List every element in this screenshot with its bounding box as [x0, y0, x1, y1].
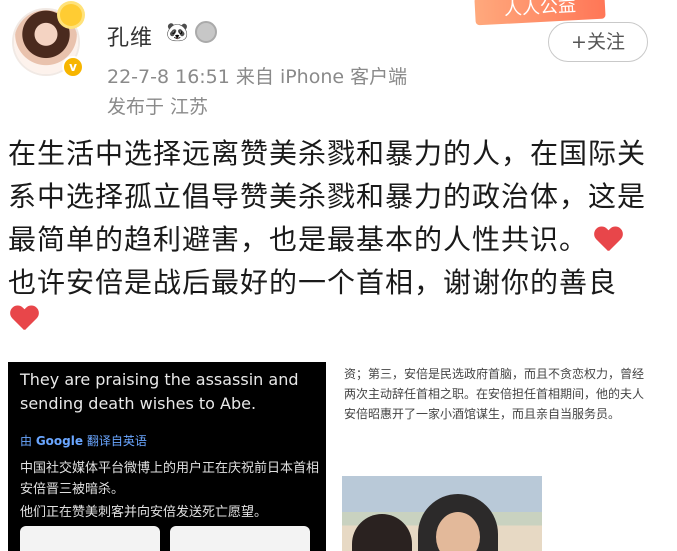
verified-badge-icon: v [62, 56, 84, 78]
post-body: 在生活中选择远离赞美杀戮和暴力的人，在国际关系中选择孤立倡导赞美杀戮和暴力的政治… [8, 132, 658, 304]
username[interactable]: 孔维 [107, 20, 153, 52]
embedded-card [170, 526, 310, 551]
post-meta: 22-7-8 16:51 来自 iPhone 客户端 [107, 66, 408, 88]
embedded-card [20, 526, 160, 551]
tweet-text-chinese-2: 他们正在赞美刺客并向安倍发送死亡愿望。 [20, 505, 268, 520]
google-brand: Google [35, 434, 84, 448]
heart-icon [10, 306, 38, 332]
medal-icon [195, 21, 217, 43]
follow-button[interactable]: +关注 [548, 22, 648, 62]
tweet-text-chinese: 中国社交媒体平台微博上的用户正在庆祝前日本首相安倍晋三被暗杀。 [20, 461, 320, 497]
post-image-tweet[interactable]: They are praising the assassin and sendi… [8, 362, 326, 551]
sun-decoration-icon [60, 4, 82, 26]
translate-suffix: 翻译自英语 [83, 434, 147, 448]
post-text-paragraph-2: 也许安倍是战后最好的一个首相，谢谢你的善良 [8, 266, 618, 299]
post-text-paragraph: 在生活中选择远离赞美杀戮和暴力的人，在国际关系中选择孤立倡导赞美杀戮和暴力的政治… [8, 137, 647, 256]
post-location: 发布于 江苏 [107, 96, 209, 118]
translate-line: 由 Google 翻译自英语 [20, 432, 147, 449]
avatar-container[interactable]: v [14, 4, 84, 78]
heart-icon [594, 227, 622, 253]
tweet-text-english: They are praising the assassin and sendi… [20, 370, 299, 413]
translate-prefix: 由 [20, 434, 36, 448]
post-image-article[interactable]: 资；第三，安倍是民选政府首脑，而且不贪恋权力，曾经两次主动辞任首相之职。在安倍担… [338, 352, 656, 551]
panda-icon: 🐼 [166, 22, 189, 43]
article-text: 资；第三，安倍是民选政府首脑，而且不贪恋权力，曾经两次主动辞任首相之职。在安倍担… [344, 367, 645, 421]
